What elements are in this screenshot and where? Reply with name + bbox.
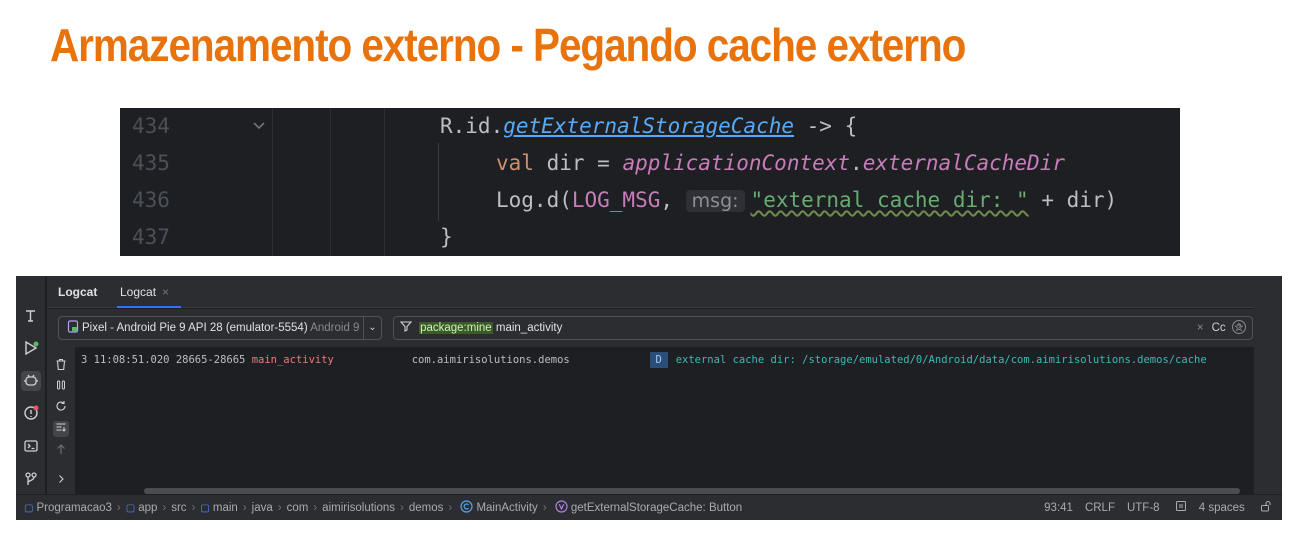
- line-number: 434: [132, 114, 170, 138]
- filter-key: package:mine: [419, 322, 493, 334]
- log-timestamp: 3 11:08:51.020 28665-28665: [81, 354, 252, 366]
- trash-icon[interactable]: [53, 358, 69, 374]
- breadcrumb-item[interactable]: ▢ main: [200, 502, 237, 514]
- device-name: Pixel - Android Pie 9 API 28 (emulator-5…: [82, 322, 308, 334]
- indent-setting[interactable]: 4 spaces: [1199, 502, 1245, 514]
- git-icon[interactable]: [21, 469, 41, 489]
- breadcrumb: ▢ Programacao3 › ▢ app › src › ▢ main › java › com › ai…: [24, 500, 743, 514]
- close-icon[interactable]: ×: [162, 285, 169, 299]
- line-number: 435: [132, 151, 170, 175]
- log-level-badge: D: [649, 352, 668, 368]
- log-message: external cache dir: /storage/emulated/0/…: [675, 354, 1207, 366]
- code-token: val: [496, 151, 534, 175]
- code-line: 436 Log.d(LOG_MSG, msg: "external cache d…: [120, 182, 1180, 219]
- module-icon: ▢: [24, 503, 34, 514]
- filter-icon: [399, 321, 415, 334]
- lock-icon[interactable]: [1257, 501, 1272, 514]
- line-number: 436: [132, 188, 170, 212]
- breadcrumb-item[interactable]: ▢ Programacao3: [24, 502, 112, 514]
- tool-window-bar-left: [16, 276, 46, 494]
- line-number: 437: [132, 225, 170, 249]
- line-separator[interactable]: CRLF: [1085, 502, 1115, 514]
- code-token: -> {: [794, 114, 858, 138]
- code-token: ,: [660, 188, 686, 212]
- breadcrumb-item[interactable]: MainActivity: [457, 500, 538, 514]
- code-token: }: [440, 225, 453, 249]
- problems-icon[interactable]: [21, 403, 41, 423]
- clear-icon[interactable]: ×: [1197, 322, 1204, 334]
- device-selector[interactable]: Pixel - Android Pie 9 API 28 (emulator-5…: [58, 316, 382, 340]
- code-line: 437 }: [120, 219, 1180, 256]
- filter-text: main_activity: [492, 322, 563, 334]
- ide-window: Logcat Logcat × Pixel - Android Pie 9 API…: [16, 276, 1282, 520]
- code-snippet: 434 R.id.getExternalStorageCache -> { 43…: [120, 108, 1180, 256]
- logcat-actions: [47, 347, 75, 494]
- tab-label: Logcat: [120, 285, 157, 299]
- chevron-down-icon[interactable]: ⌄: [363, 317, 381, 339]
- file-encoding[interactable]: UTF-8: [1127, 502, 1160, 514]
- code-token: R.id.: [440, 114, 504, 138]
- slide-title: Armazenamento externo - Pegando cache ex…: [50, 19, 966, 71]
- code-token: applicationContext: [622, 151, 851, 175]
- logcat-toolbar: Pixel - Android Pie 9 API 28 (emulator-5…: [47, 309, 1254, 347]
- logcat-filter-input[interactable]: package:mine main_activity × Cc ☆: [393, 316, 1253, 340]
- breadcrumb-item[interactable]: ▢ app: [126, 502, 158, 514]
- variable-icon: [552, 500, 568, 514]
- code-token: getExternalStorageCache: [503, 114, 795, 138]
- read-only-icon[interactable]: [1172, 501, 1187, 514]
- tool-window-bar-right: [1254, 276, 1282, 494]
- breadcrumb-item[interactable]: java: [252, 502, 273, 514]
- module-icon: ▢: [200, 503, 210, 514]
- code-token: externalCacheDir: [862, 151, 1065, 175]
- breadcrumb-item[interactable]: getExternalStorageCache: Button: [552, 500, 742, 514]
- restart-icon[interactable]: [53, 400, 69, 416]
- status-indicators: 93:41 CRLF UTF-8 4 spaces: [1032, 495, 1272, 520]
- breadcrumb-item[interactable]: aimirisolutions: [322, 502, 395, 514]
- hammer-icon[interactable]: [21, 306, 41, 326]
- device-icon: [67, 320, 79, 333]
- parameter-hint: msg:: [685, 190, 745, 212]
- run-icon[interactable]: [21, 338, 41, 358]
- soft-wrap-icon[interactable]: [53, 421, 69, 437]
- status-bar: ▢ Programacao3 › ▢ app › src › ▢ main › java › com › ai…: [16, 494, 1282, 520]
- code-token: .: [850, 151, 863, 175]
- arrow-up-icon[interactable]: [53, 443, 69, 459]
- module-icon: ▢: [125, 503, 136, 514]
- tab-logcat[interactable]: Logcat ×: [120, 285, 169, 299]
- cursor-position[interactable]: 93:41: [1044, 502, 1073, 514]
- class-icon: [457, 500, 474, 514]
- terminal-icon[interactable]: [21, 436, 41, 456]
- chevron-right-icon[interactable]: [53, 473, 69, 489]
- logcat-icon[interactable]: [21, 371, 41, 391]
- logcat-tab-bar: Logcat Logcat ×: [47, 276, 1254, 308]
- code-token: "external cache dir: ": [750, 188, 1029, 212]
- help-icon[interactable]: ?: [1232, 320, 1246, 334]
- code-token: + dir): [1028, 188, 1118, 212]
- pause-icon[interactable]: [53, 379, 69, 395]
- log-package: com.aimirisolutions.demos: [411, 354, 570, 366]
- code-line: 434 R.id.getExternalStorageCache -> {: [120, 108, 1180, 145]
- log-entry[interactable]: 3 11:08:51.020 28665-28665 main_activity…: [81, 352, 1207, 368]
- log-tag: main_activity: [251, 354, 334, 366]
- code-line: 435 val dir = applicationContext.externa…: [120, 145, 1180, 182]
- logcat-output: 3 11:08:51.020 28665-28665 main_activity…: [75, 347, 1254, 494]
- match-case-toggle[interactable]: Cc: [1212, 322, 1226, 334]
- tool-window-title: Logcat: [58, 285, 98, 299]
- breadcrumb-item[interactable]: demos: [409, 502, 444, 514]
- device-os: Android 9: [310, 322, 360, 334]
- code-token: Log.d(: [496, 188, 572, 212]
- breadcrumb-item[interactable]: src: [171, 502, 186, 514]
- active-tab-indicator: [117, 306, 181, 308]
- code-token: dir =: [533, 151, 623, 175]
- code-token: LOG_MSG: [571, 188, 661, 212]
- breadcrumb-item[interactable]: com: [287, 502, 309, 514]
